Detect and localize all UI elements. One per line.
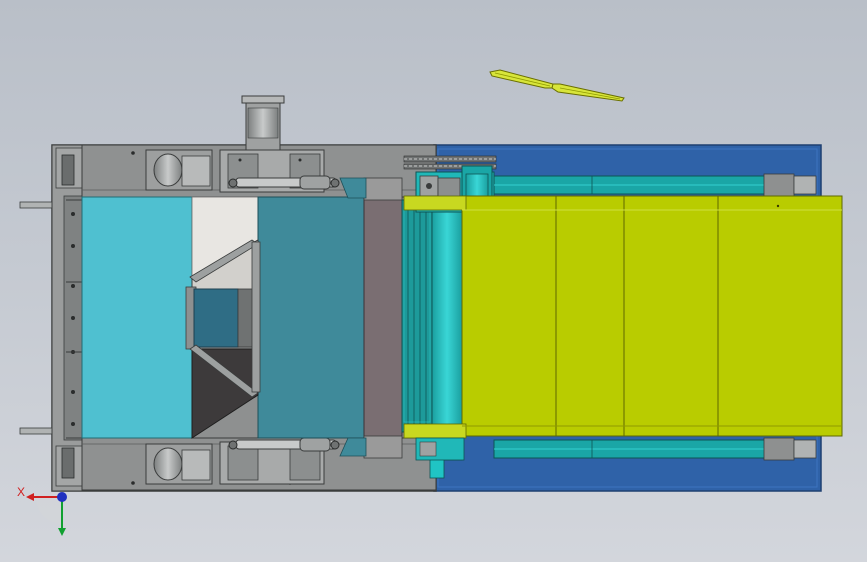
bearing-block-top[interactable] <box>145 149 213 191</box>
piston-assembly-bottom[interactable] <box>219 437 340 485</box>
coordinate-triad-icon <box>26 492 67 536</box>
roller-drum[interactable] <box>401 199 433 433</box>
hopper-panel-teal[interactable] <box>257 196 365 439</box>
piston-assembly-top[interactable] <box>219 149 340 193</box>
top-motor-cylinder[interactable] <box>241 95 285 151</box>
bearing-block-bottom[interactable] <box>145 443 213 485</box>
floating-blade-part[interactable] <box>489 69 625 102</box>
machine-assembly <box>19 69 843 536</box>
x-axis-label: X <box>17 485 26 499</box>
hopper-panel-light[interactable] <box>81 196 193 439</box>
cad-viewport[interactable]: X <box>0 0 867 562</box>
transfer-panel[interactable] <box>363 177 403 459</box>
lime-conveyor-belt[interactable] <box>403 195 843 439</box>
lower-shaft-bracket <box>415 437 465 461</box>
